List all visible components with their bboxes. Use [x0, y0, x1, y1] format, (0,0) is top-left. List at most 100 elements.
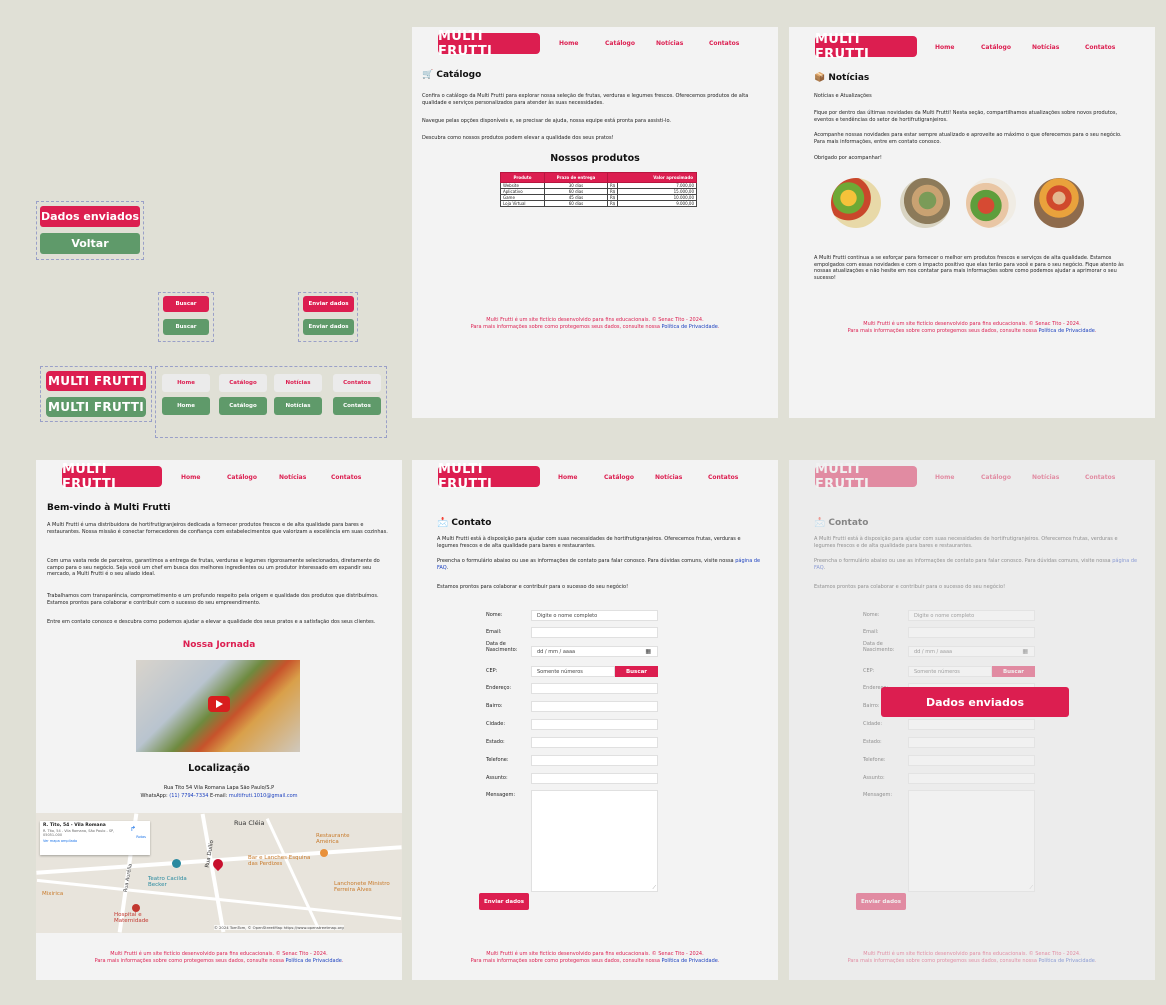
email-link[interactable]: multifruti.1010@gmail.com [229, 793, 298, 799]
nav-green-catalog[interactable]: Catálogo [219, 397, 267, 415]
news-paragraph-2: Acompanhe nossas novidades para estar se… [814, 132, 1122, 145]
nav-catalog[interactable]: Catálogo [981, 44, 1011, 51]
directions-link[interactable]: Rotas [136, 835, 146, 839]
col-value: Valor aproximado [607, 172, 697, 183]
privacy-link[interactable]: Política de Privacidade [662, 324, 718, 330]
cep-search-button[interactable]: Buscar [615, 666, 658, 677]
news-image-produce [1034, 178, 1084, 228]
nav-contacts[interactable]: Contatos [708, 474, 738, 481]
nav-gray-catalog[interactable]: Catálogo [219, 374, 267, 392]
cep-input[interactable]: Somente números [531, 666, 615, 677]
send-button-green[interactable]: Enviar dados [303, 319, 354, 335]
contact-paragraph-2: Preencha o formulário abaixo ou use as i… [437, 558, 761, 571]
logo[interactable]: MULTI FRUTTI [815, 32, 917, 62]
nav-catalog[interactable]: Catálogo [604, 474, 634, 481]
label-city: Cidade: [486, 721, 506, 727]
logo-red[interactable]: MULTI FRUTTI [46, 371, 146, 391]
news-paragraph-1: Fique por dentro das últimas novidades d… [814, 110, 1118, 123]
label-message: Mensagem: [486, 792, 516, 798]
search-button-red[interactable]: Buscar [163, 296, 209, 312]
table-cell: R$ [606, 200, 619, 207]
contact-page: MULTI FRUTTI Home Catálogo Notícias Cont… [412, 460, 778, 980]
directions-icon[interactable]: ↱ [130, 825, 136, 833]
nav-news[interactable]: Notícias [655, 474, 682, 481]
location-title: Localização [188, 763, 250, 774]
nav-news[interactable]: Notícias [1032, 44, 1059, 51]
birth-input[interactable]: dd / mm / aaaa ▦ [531, 646, 658, 657]
contact-paragraph-3: Estamos prontos para colaborar e contrib… [437, 584, 629, 590]
page-title: 🛒 Catálogo [422, 70, 482, 80]
footer: Multi Frutti é um site fictício desenvol… [847, 321, 1097, 334]
calendar-icon[interactable]: ▦ [645, 648, 651, 655]
address-input[interactable] [531, 683, 658, 694]
nav-gray-home[interactable]: Home [162, 374, 210, 392]
label-phone: Telefone: [486, 757, 509, 763]
sent-badge: Dados enviados [40, 206, 140, 227]
nav-news[interactable]: Notícias [656, 40, 683, 47]
nav-gray-contacts[interactable]: Contatos [333, 374, 381, 392]
resize-handle-icon[interactable]: ⟋ [652, 885, 656, 891]
nav-green-contacts[interactable]: Contatos [333, 397, 381, 415]
name-input[interactable]: Digite o nome completo [531, 610, 658, 621]
city-input[interactable] [531, 719, 658, 730]
nav-green-news[interactable]: Notícias [274, 397, 322, 415]
col-deadline: Prazo de entrega [544, 172, 608, 183]
nav-home[interactable]: Home [181, 474, 200, 481]
message-input[interactable]: ⟋ [531, 790, 658, 892]
nav-green-home[interactable]: Home [162, 397, 210, 415]
news-subtitle: Notícias e Atualizações [814, 93, 872, 99]
footer: Multi Frutti é um site fictício desenvol… [470, 951, 720, 964]
catalog-paragraph-2: Navegue pelas opções disponíveis e, se p… [422, 118, 671, 124]
nav-news[interactable]: Notícias [279, 474, 306, 481]
email-input[interactable] [531, 627, 658, 638]
privacy-link[interactable]: Política de Privacidade [662, 958, 718, 964]
back-button[interactable]: Voltar [40, 233, 140, 254]
logo[interactable]: MULTI FRUTTI [438, 29, 540, 59]
nav-home[interactable]: Home [558, 474, 577, 481]
address: Rua Tito 54 Vila Romana Lapa São Paulo/S… [163, 785, 275, 791]
location-map[interactable]: R. Tito, 54 - Vila Romana R. Tito, 54 - … [36, 813, 402, 933]
state-input[interactable] [531, 737, 658, 748]
phone-input[interactable] [531, 755, 658, 766]
nav-catalog[interactable]: Catálogo [227, 474, 257, 481]
nav-contacts[interactable]: Contatos [709, 40, 739, 47]
nav-contacts[interactable]: Contatos [1085, 44, 1115, 51]
submit-button[interactable]: Enviar dados [479, 893, 529, 910]
search-button-green[interactable]: Buscar [163, 319, 209, 335]
privacy-link[interactable]: Política de Privacidade [286, 958, 342, 964]
send-button-red[interactable]: Enviar dados [303, 296, 354, 312]
play-icon[interactable] [208, 696, 230, 712]
nav-catalog[interactable]: Catálogo [605, 40, 635, 47]
logo[interactable]: MULTI FRUTTI [438, 462, 540, 492]
contact-page-sent: MULTI FRUTTI Home Catálogo Notícias Cont… [789, 460, 1155, 980]
label-birth: Data de Nascimento: [486, 641, 518, 653]
privacy-link[interactable]: Política de Privacidade [1039, 328, 1095, 334]
label-district: Bairro: [486, 703, 503, 709]
logo-green[interactable]: MULTI FRUTTI [46, 397, 146, 417]
hospital-pin-icon [132, 904, 140, 912]
label-state: Estado: [486, 739, 505, 745]
products-table: Produto Prazo de entrega Valor aproximad… [500, 172, 697, 207]
nav-gray-news[interactable]: Notícias [274, 374, 322, 392]
birth-placeholder: dd / mm / aaaa [537, 648, 576, 655]
map-enlarge-link[interactable]: Ver mapa ampliado [43, 839, 147, 843]
nav-home[interactable]: Home [935, 44, 954, 51]
restaurant-pin-icon [320, 849, 328, 857]
logo[interactable]: MULTI FRUTTI [62, 462, 162, 492]
district-input[interactable] [531, 701, 658, 712]
page-title: 📩 Contato [437, 518, 492, 528]
col-product: Produto [500, 172, 545, 183]
contact-paragraph-1: A Multi Frutti está à disposição para aj… [437, 536, 741, 549]
nav-contacts[interactable]: Contatos [331, 474, 361, 481]
whatsapp-link[interactable]: (11) 7794-7334 [169, 793, 208, 799]
sent-message: Dados enviados [881, 687, 1069, 717]
journey-video[interactable] [136, 660, 300, 752]
label-name: Nome: [486, 612, 503, 618]
label-email: Email: [486, 629, 502, 635]
nav-home[interactable]: Home [559, 40, 578, 47]
catalog-page: MULTI FRUTTI Home Catálogo Notícias Cont… [412, 27, 778, 418]
subject-input[interactable] [531, 773, 658, 784]
news-image-vegetables [966, 178, 1016, 228]
table-cell: 9.000,00 [617, 200, 697, 207]
news-image-market [900, 178, 950, 228]
